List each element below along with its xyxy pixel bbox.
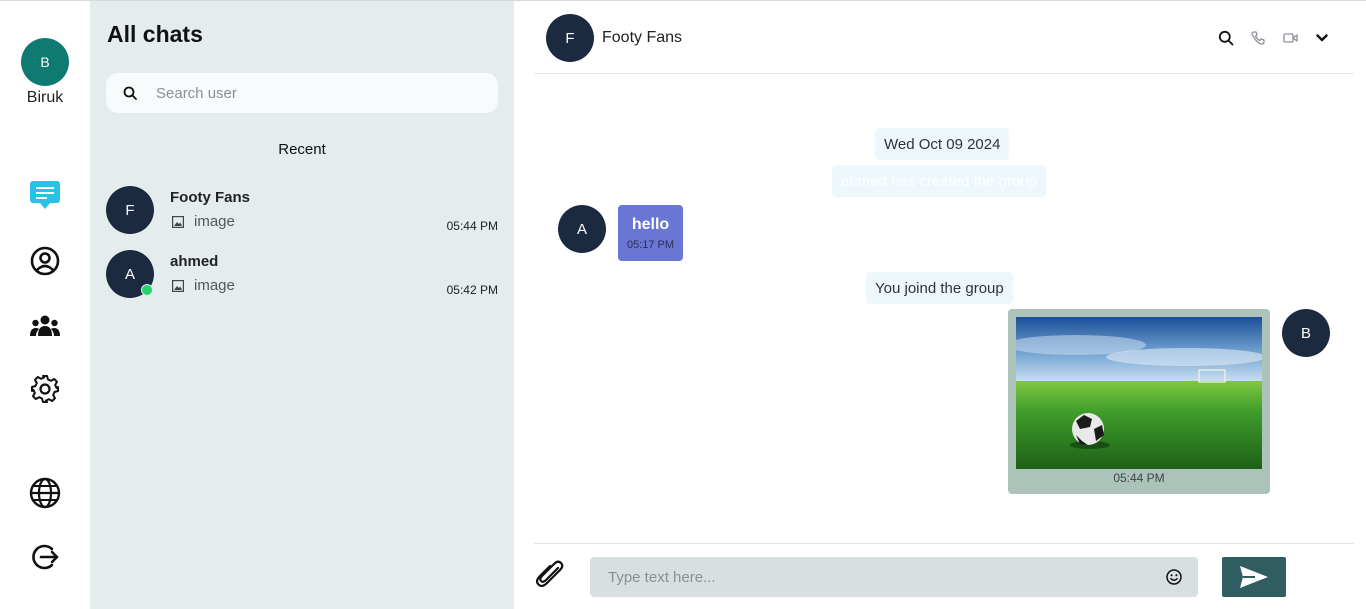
send-icon [1240, 566, 1268, 588]
search-input[interactable] [156, 73, 486, 113]
chat-app: B Biruk All chats Search user Recent F F… [0, 0, 1366, 609]
conversation-avatar[interactable]: F [546, 14, 594, 62]
chat-name: Footy Fans [170, 189, 251, 206]
message-input[interactable] [608, 557, 1148, 597]
conversation-panel: F Footy Fans Wed Oct 09 2024 ahmed has c… [514, 1, 1366, 609]
nav-rail: B Biruk [0, 1, 90, 609]
message-sender-avatar[interactable]: A [558, 205, 606, 253]
chevron-down-icon [1316, 34, 1328, 42]
current-user-name: Biruk [26, 89, 64, 106]
chat-time: 05:44 PM [446, 219, 498, 233]
outgoing-image-bubble: 05:44 PM [1008, 309, 1270, 494]
chat-avatar: F [106, 186, 154, 234]
chat-list-item[interactable]: A ahmed image 05:42 PM [106, 250, 498, 302]
recent-heading: Recent [278, 141, 326, 158]
date-separator: Wed Oct 09 2024 [875, 128, 1010, 160]
conversation-name[interactable]: Footy Fans [602, 29, 682, 47]
chat-list-title: All chats [107, 21, 203, 47]
logout-icon [32, 544, 59, 570]
conversation-search-button[interactable] [1217, 29, 1235, 47]
nav-groups-button[interactable] [27, 308, 63, 344]
current-user-avatar[interactable]: B [21, 38, 69, 86]
chat-preview: image [172, 213, 235, 230]
phone-icon [1251, 31, 1265, 45]
emoji-icon[interactable] [1165, 568, 1183, 586]
settings-icon [31, 375, 59, 403]
chat-time: 05:42 PM [446, 283, 498, 297]
soccer-photo[interactable] [1016, 317, 1262, 469]
message-time: 05:17 PM [626, 239, 675, 251]
video-icon [1282, 33, 1298, 43]
message-sender-avatar[interactable]: B [1282, 309, 1330, 357]
chat-preview: image [172, 277, 235, 294]
chat-preview-text: image [194, 277, 235, 294]
chat-list-item[interactable]: F Footy Fans image 05:44 PM [106, 186, 498, 238]
image-icon [172, 279, 184, 292]
search-icon [123, 86, 137, 100]
chat-icon [30, 181, 60, 209]
image-icon [172, 215, 184, 228]
search-box [106, 73, 498, 113]
profile-icon [30, 246, 60, 276]
nav-settings-button[interactable] [27, 371, 63, 407]
incoming-message-bubble: hello 05:17 PM [618, 205, 683, 261]
chat-list-panel: All chats Recent F Footy Fans image 05:4… [90, 1, 514, 609]
nav-profile-button[interactable] [27, 243, 63, 279]
nav-chats-button[interactable] [27, 177, 63, 213]
video-call-button[interactable] [1281, 29, 1299, 47]
message-time: 05:44 PM [1113, 471, 1165, 485]
nav-language-button[interactable] [27, 475, 63, 511]
message-composer [534, 543, 1354, 609]
message-text: hello [631, 216, 670, 233]
system-message-joined: You joind the group [866, 272, 1013, 304]
system-message-created: ahmed has created the group [832, 165, 1046, 197]
message-input-wrap [590, 557, 1198, 597]
voice-call-button[interactable] [1249, 29, 1267, 47]
chat-preview-text: image [194, 213, 235, 230]
online-indicator [141, 284, 153, 296]
groups-icon [30, 315, 60, 336]
language-icon [29, 477, 61, 509]
send-button[interactable] [1222, 557, 1286, 597]
conversation-header: F Footy Fans [534, 1, 1354, 74]
search-icon [1218, 30, 1234, 46]
conversation-menu-button[interactable] [1313, 29, 1331, 47]
chat-name: ahmed [170, 253, 219, 270]
paperclip-icon [535, 560, 564, 588]
nav-logout-button[interactable] [27, 539, 63, 575]
attach-button[interactable] [534, 556, 566, 592]
